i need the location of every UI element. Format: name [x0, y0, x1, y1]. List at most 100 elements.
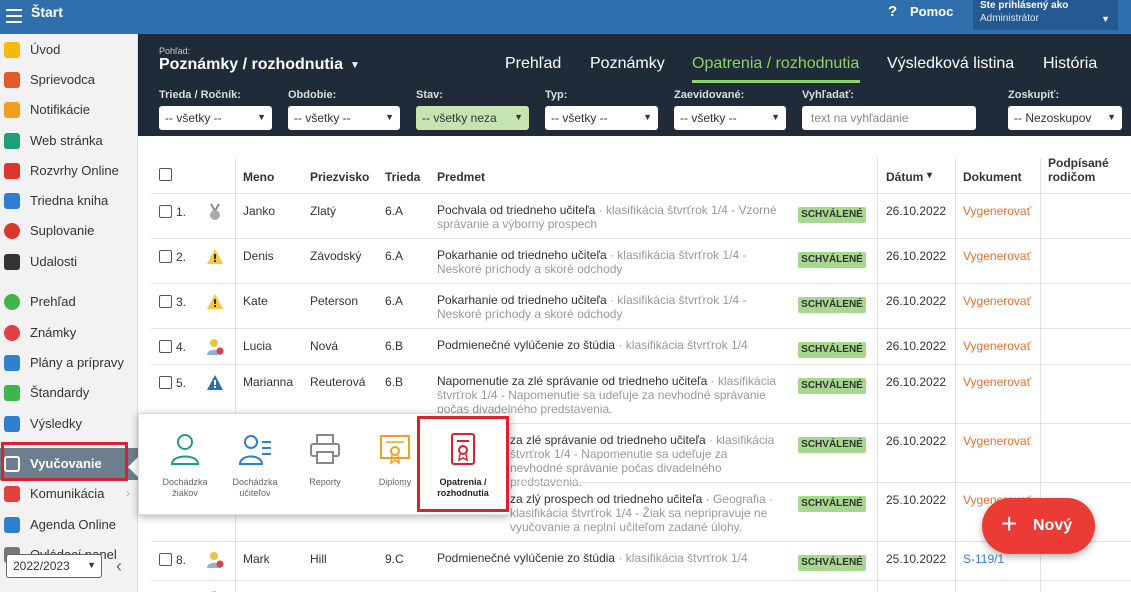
cell-priezvisko: Zlatý	[310, 204, 337, 218]
sidebar-item-sprievodca[interactable]: Sprievodca	[0, 68, 138, 92]
sidebar-item-rozvrhy-online[interactable]: Rozvrhy Online	[0, 159, 138, 183]
document-link[interactable]: Vygenerovať	[963, 434, 1031, 448]
cell-meno: Denis	[243, 249, 274, 263]
cell-priezvisko: Hill	[310, 552, 327, 566]
new-button-label: Nový	[1033, 517, 1073, 534]
sidebar-item-agenda-online[interactable]: Agenda Online	[0, 513, 138, 537]
filter-stav-select[interactable]: -- všetky neza ▼	[416, 106, 529, 130]
filter-zoskupit-select[interactable]: -- Nezoskupov ▼	[1008, 106, 1122, 130]
row-checkbox[interactable]	[159, 205, 172, 218]
document-link[interactable]: Vygenerovať	[963, 375, 1031, 389]
sidebar-item-uvod[interactable]: Úvod	[0, 38, 138, 62]
sidebar-item-label: Sprievodca	[30, 72, 96, 87]
cell-trieda: 6.B	[385, 375, 404, 389]
cell-predmet: za zlé správanie od triedneho učiteľa · …	[510, 433, 780, 489]
sidebar-item-standardy[interactable]: Štandardy	[0, 381, 138, 405]
briefcase-icon	[4, 355, 20, 371]
status-badge: SCHVÁLENÉ	[798, 297, 866, 313]
column-header-datum[interactable]: Dátum	[886, 170, 923, 184]
column-header-trieda[interactable]: Trieda	[385, 170, 420, 184]
sidebar-item-plany-a-pripravy[interactable]: Plány a prípravy	[0, 351, 138, 375]
sidebar-item-vysledky[interactable]: Výsledky	[0, 412, 138, 436]
column-header-priezvisko[interactable]: Priezvisko	[310, 170, 369, 184]
tab-historia[interactable]: História	[1043, 55, 1097, 73]
sidebar-item-web-stranka[interactable]: Web stránka	[0, 129, 138, 153]
cell-datum: 26.10.2022	[886, 339, 947, 353]
search-input[interactable]: text na vyhľadanie	[802, 106, 976, 130]
filter-obdobie-select[interactable]: -- všetky -- ▼	[288, 106, 400, 130]
row-checkbox[interactable]	[159, 553, 172, 566]
filter-zaevidovane-select[interactable]: -- všetky -- ▼	[674, 106, 786, 130]
row-checkbox[interactable]	[159, 250, 172, 263]
cell-trieda: 9.C	[385, 552, 404, 566]
row-number: 1.	[176, 205, 187, 219]
sidebar-item-suplovanie[interactable]: Suplovanie	[0, 219, 138, 243]
help-link[interactable]: Pomoc	[910, 4, 953, 19]
envelope-icon	[4, 102, 20, 118]
subject-title: Napomenutie za zlé správanie od triedneh…	[437, 374, 708, 388]
highlight-box	[1, 442, 128, 481]
sidebar-item-notifikacie[interactable]: Notifikácie	[0, 98, 138, 122]
filter-label-zoskupit: Zoskupiť:	[1008, 89, 1060, 101]
sidebar-item-label: Komunikácia	[30, 486, 105, 501]
sidebar-item-label: Udalosti	[30, 254, 77, 269]
home-link[interactable]: Štart	[31, 4, 63, 20]
tab-prehlad[interactable]: Prehľad	[505, 55, 561, 73]
page-header: Pohľad: Poznámky / rozhodnutia ▼ Prehľad…	[138, 34, 1131, 136]
document-link[interactable]: Vygenerovať	[963, 339, 1031, 353]
chevron-down-icon: ▼	[257, 112, 266, 122]
document-link[interactable]: Vygenerovať	[963, 249, 1031, 263]
view-title[interactable]: Poznámky / rozhodnutia	[159, 56, 343, 74]
user-name: Administrátor	[980, 13, 1039, 24]
cell-meno: Mark	[243, 552, 270, 566]
bar-chart-icon	[4, 416, 20, 432]
cell-datum: 26.10.2022	[886, 375, 947, 389]
document-link[interactable]: S-119/1	[963, 552, 1004, 566]
tab-vysledkova-listina[interactable]: Výsledková listina	[887, 55, 1014, 73]
row-checkbox[interactable]	[159, 376, 172, 389]
select-all-checkbox[interactable]	[159, 168, 172, 181]
submenu-dochadzka-ucitelov[interactable]: Dochádzka učiteľov	[219, 432, 291, 499]
cell-datum: 26.10.2022	[886, 294, 947, 308]
user-menu[interactable]: Ste prihlásený ako Administrátor ▼	[973, 0, 1118, 30]
subject-title: Pokarhanie od triedneho učiteľa	[437, 293, 607, 307]
status-badge: SCHVÁLENÉ	[798, 207, 866, 223]
wand-icon	[4, 72, 20, 88]
cell-predmet: Podmienečné vylúčenie zo štúdia · klasif…	[437, 551, 780, 565]
sidebar-item-udalosti[interactable]: Udalosti	[0, 250, 138, 274]
submenu-reporty[interactable]: Reporty	[289, 432, 361, 488]
cell-priezvisko: Peterson	[310, 294, 359, 308]
collapse-sidebar-icon[interactable]: ‹	[116, 556, 122, 577]
cell-datum: 26.10.2022	[886, 434, 947, 448]
cell-datum: 26.10.2022	[886, 204, 947, 218]
menu-icon[interactable]	[6, 9, 22, 23]
chevron-down-icon: ▼	[1101, 14, 1110, 24]
column-header-meno[interactable]: Meno	[243, 170, 274, 184]
column-header-predmet[interactable]: Predmet	[437, 170, 485, 184]
tab-opatrenia[interactable]: Opatrenia / rozhodnutia	[692, 55, 859, 73]
year-select[interactable]: 2022/2023 ▼	[6, 554, 102, 578]
help-icon[interactable]: ?	[888, 3, 897, 20]
column-header-dokument[interactable]: Dokument	[963, 170, 1022, 184]
sidebar-item-triedna-kniha[interactable]: Triedna kniha	[0, 189, 138, 213]
filter-typ-select[interactable]: -- všetky -- ▼	[545, 106, 658, 130]
row-checkbox[interactable]	[159, 295, 172, 308]
cell-trieda: 6.A	[385, 249, 404, 263]
subject-detail: · klasifikácia štvrťrok 1/4	[618, 338, 748, 352]
chevron-down-icon[interactable]: ▼	[350, 60, 360, 71]
sidebar-item-znamky[interactable]: Známky	[0, 321, 138, 345]
row-checkbox[interactable]	[159, 340, 172, 353]
document-link[interactable]: Vygenerovať	[963, 294, 1031, 308]
subject-title: Podmienečné vylúčenie zo štúdia	[437, 338, 616, 352]
sidebar-item-prehlad[interactable]: Prehľad	[0, 290, 138, 314]
submenu-dochadzka-ziakov[interactable]: Dochádzka žiakov	[149, 432, 221, 499]
sidebar-item-komunikacia[interactable]: Komunikácia ›	[0, 482, 138, 506]
filter-trieda-select[interactable]: -- všetky -- ▼	[159, 106, 272, 130]
chevron-down-icon: ▼	[87, 560, 96, 570]
document-link[interactable]: Vygenerovať	[963, 204, 1031, 218]
status-badge: SCHVÁLENÉ	[798, 555, 866, 571]
new-button[interactable]: + Nový	[982, 498, 1095, 554]
tab-poznamky[interactable]: Poznámky	[590, 55, 665, 73]
column-header-podpisane[interactable]: Podpísané rodičom	[1048, 156, 1109, 184]
cell-priezvisko: Reuterová	[310, 375, 366, 389]
